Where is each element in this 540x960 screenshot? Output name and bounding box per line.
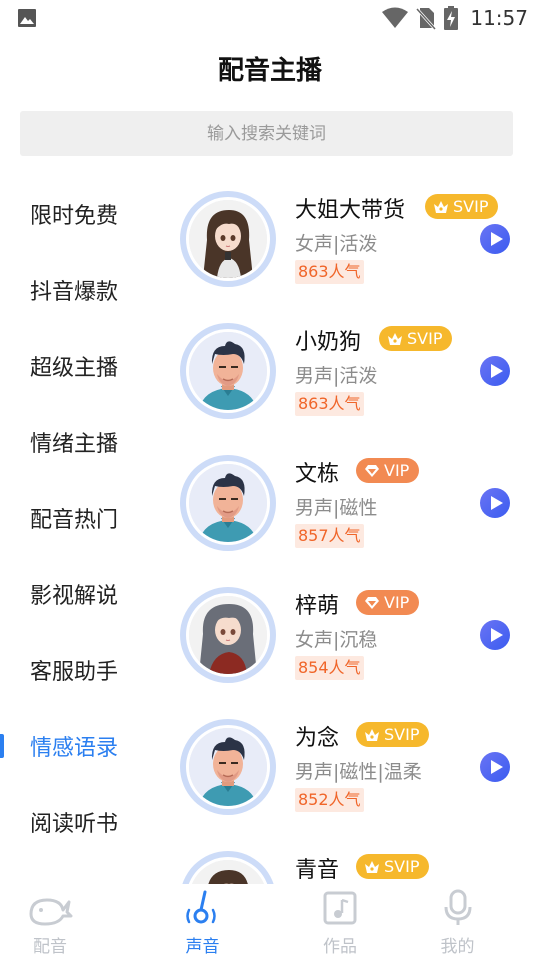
voice-tags: 女声|活泼 <box>295 233 378 255</box>
popularity-count: 857人气 <box>295 524 364 548</box>
voice-name: 青音 <box>295 858 340 883</box>
vip-badge: VIP <box>356 458 420 483</box>
popularity-count: 854人气 <box>295 656 364 680</box>
voice-tags: 男声|磁性|温柔 <box>295 761 422 783</box>
anime-girl-avatar <box>189 860 267 884</box>
category-label: 客服助手 <box>30 660 119 685</box>
voice-name: 小奶狗 <box>295 330 362 355</box>
page-title: 配音主播 <box>217 56 322 86</box>
voice-name: 文栋 <box>295 462 340 487</box>
category-item-service-assistant[interactable]: 客服助手 <box>0 632 170 708</box>
voice-card[interactable]: 梓萌 VIP 女声|沉稳 854人气 <box>170 572 540 704</box>
nav-item-voice[interactable]: 声音 <box>100 884 305 960</box>
svip-badge: SVIP <box>425 194 499 219</box>
nav-label: 我的 <box>440 937 475 957</box>
status-time: 11:57 <box>470 6 528 30</box>
voice-card[interactable]: 为念 SVIP 男声|磁性|温柔 852人气 <box>170 704 540 836</box>
diamond-icon <box>364 464 380 478</box>
microphone-icon <box>444 889 471 925</box>
search-bar[interactable] <box>20 111 513 156</box>
anime-girl-gray-avatar <box>189 596 267 674</box>
voice-card[interactable]: 小奶狗 SVIP 男声|活泼 863人气 <box>170 308 540 440</box>
vip-badge: VIP <box>356 590 420 615</box>
anime-girl-avatar <box>189 200 267 278</box>
play-icon <box>490 232 504 246</box>
voice-card[interactable]: 文栋 VIP 男声|磁性 857人气 <box>170 440 540 572</box>
man-avatar <box>189 332 267 410</box>
avatar-ring <box>180 455 276 551</box>
voice-card[interactable]: 青音 SVIP <box>170 836 540 884</box>
category-item-emotion-anchor[interactable]: 情绪主播 <box>0 404 170 480</box>
man-avatar <box>189 464 267 542</box>
category-item-emotional-quotes[interactable]: 情感语录 <box>0 708 170 784</box>
svip-badge: SVIP <box>379 326 453 351</box>
popularity-count: 863人气 <box>295 392 364 416</box>
nav-label: 配音 <box>33 937 67 957</box>
play-button[interactable] <box>480 356 510 386</box>
crown-icon <box>387 332 403 346</box>
category-list: 限时免费 抖音爆款 超级主播 情绪主播 配音热门 影视解说 客服助手 情感语录 … <box>0 176 170 860</box>
crown-icon <box>433 200 449 214</box>
voice-tags: 女声|沉稳 <box>295 629 378 651</box>
image-notification-icon <box>18 9 36 27</box>
active-indicator <box>0 734 4 758</box>
play-button[interactable] <box>480 752 510 782</box>
nav-item-dubbing[interactable]: 配音 <box>0 884 100 960</box>
voice-card[interactable]: 大姐大带货 SVIP 女声|活泼 863人气 <box>170 176 540 308</box>
play-icon <box>490 496 504 510</box>
category-item-douyin-hits[interactable]: 抖音爆款 <box>0 252 170 328</box>
voice-tags: 男声|活泼 <box>295 365 378 387</box>
svip-badge: SVIP <box>356 854 430 879</box>
battery-charging-icon <box>444 6 459 30</box>
category-item-audiobooks[interactable]: 阅读听书 <box>0 784 170 860</box>
voice-name: 为念 <box>295 726 340 751</box>
voice-name: 梓萌 <box>295 594 340 619</box>
category-label: 情绪主播 <box>30 432 119 457</box>
svip-badge: SVIP <box>356 722 430 747</box>
play-button[interactable] <box>480 488 510 518</box>
no-sim-icon <box>416 7 437 30</box>
category-label: 抖音爆款 <box>30 280 119 305</box>
play-button[interactable] <box>480 224 510 254</box>
avatar-ring <box>180 851 276 884</box>
category-label: 配音热门 <box>30 508 119 533</box>
category-label: 阅读听书 <box>30 812 119 837</box>
category-label: 超级主播 <box>30 356 119 381</box>
popularity-count: 863人气 <box>295 260 364 284</box>
popularity-count: 852人气 <box>295 788 364 812</box>
category-item-film-commentary[interactable]: 影视解说 <box>0 556 170 632</box>
avatar-ring <box>180 719 276 815</box>
category-item-limited-free[interactable]: 限时免费 <box>0 176 170 252</box>
voice-icon <box>185 890 216 924</box>
diamond-icon <box>364 596 380 610</box>
avatar-ring <box>180 191 276 287</box>
man-avatar <box>189 728 267 806</box>
avatar-ring <box>180 323 276 419</box>
status-bar: 11:57 <box>0 0 540 36</box>
nav-item-works[interactable]: 作品 <box>305 884 375 960</box>
crown-icon <box>364 860 380 874</box>
category-item-dubbing-hot[interactable]: 配音热门 <box>0 480 170 556</box>
category-label: 情感语录 <box>30 736 119 761</box>
category-label: 影视解说 <box>30 584 119 609</box>
voice-name: 大姐大带货 <box>295 198 406 223</box>
voice-list: 大姐大带货 SVIP 女声|活泼 863人气 小奶狗 SVIP 男声|活泼 86… <box>170 176 540 884</box>
play-button[interactable] <box>480 620 510 650</box>
voice-tags: 男声|磁性 <box>295 497 378 519</box>
wifi-icon <box>382 7 409 28</box>
bottom-nav: 配音 声音 作品 我的 <box>0 884 540 960</box>
whale-icon <box>29 898 73 926</box>
play-icon <box>490 628 504 642</box>
category-label: 限时免费 <box>30 204 119 229</box>
works-icon <box>323 891 357 925</box>
play-icon <box>490 760 504 774</box>
nav-label: 声音 <box>185 937 220 957</box>
nav-item-mine[interactable]: 我的 <box>375 884 540 960</box>
nav-label: 作品 <box>323 937 357 957</box>
search-input[interactable] <box>20 111 513 156</box>
avatar-ring <box>180 587 276 683</box>
crown-icon <box>364 728 380 742</box>
play-icon <box>490 364 504 378</box>
category-item-super-anchor[interactable]: 超级主播 <box>0 328 170 404</box>
